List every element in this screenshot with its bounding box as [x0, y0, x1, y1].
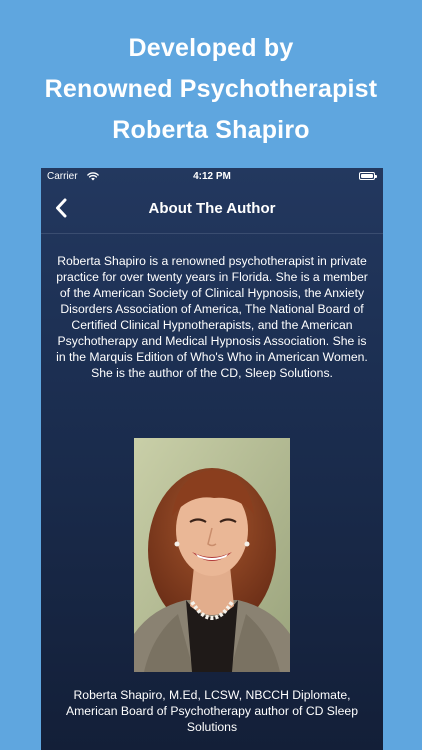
- author-bio: Roberta Shapiro is a renowned psychother…: [56, 254, 368, 380]
- headline-line-1: Developed by: [128, 34, 294, 62]
- headline-line-3: Roberta Shapiro: [112, 116, 310, 144]
- headline-line-2: Renowned Psychotherapist: [44, 75, 378, 103]
- navigation-bar: About The Author: [41, 186, 383, 234]
- promo-headline: Developed by Renowned Psychotherapist Ro…: [0, 28, 422, 151]
- page-title: About The Author: [148, 200, 276, 217]
- photo-caption: Roberta Shapiro, M.Ed, LCSW, NBCCH Diplo…: [66, 688, 358, 734]
- battery-icon: [359, 172, 377, 180]
- status-bar: Carrier 4:12 PM: [41, 168, 383, 186]
- phone-screen: Carrier 4:12 PM About The Author Roberta…: [41, 168, 383, 750]
- status-time: 4:12 PM: [193, 171, 231, 182]
- author-photo: [134, 438, 290, 672]
